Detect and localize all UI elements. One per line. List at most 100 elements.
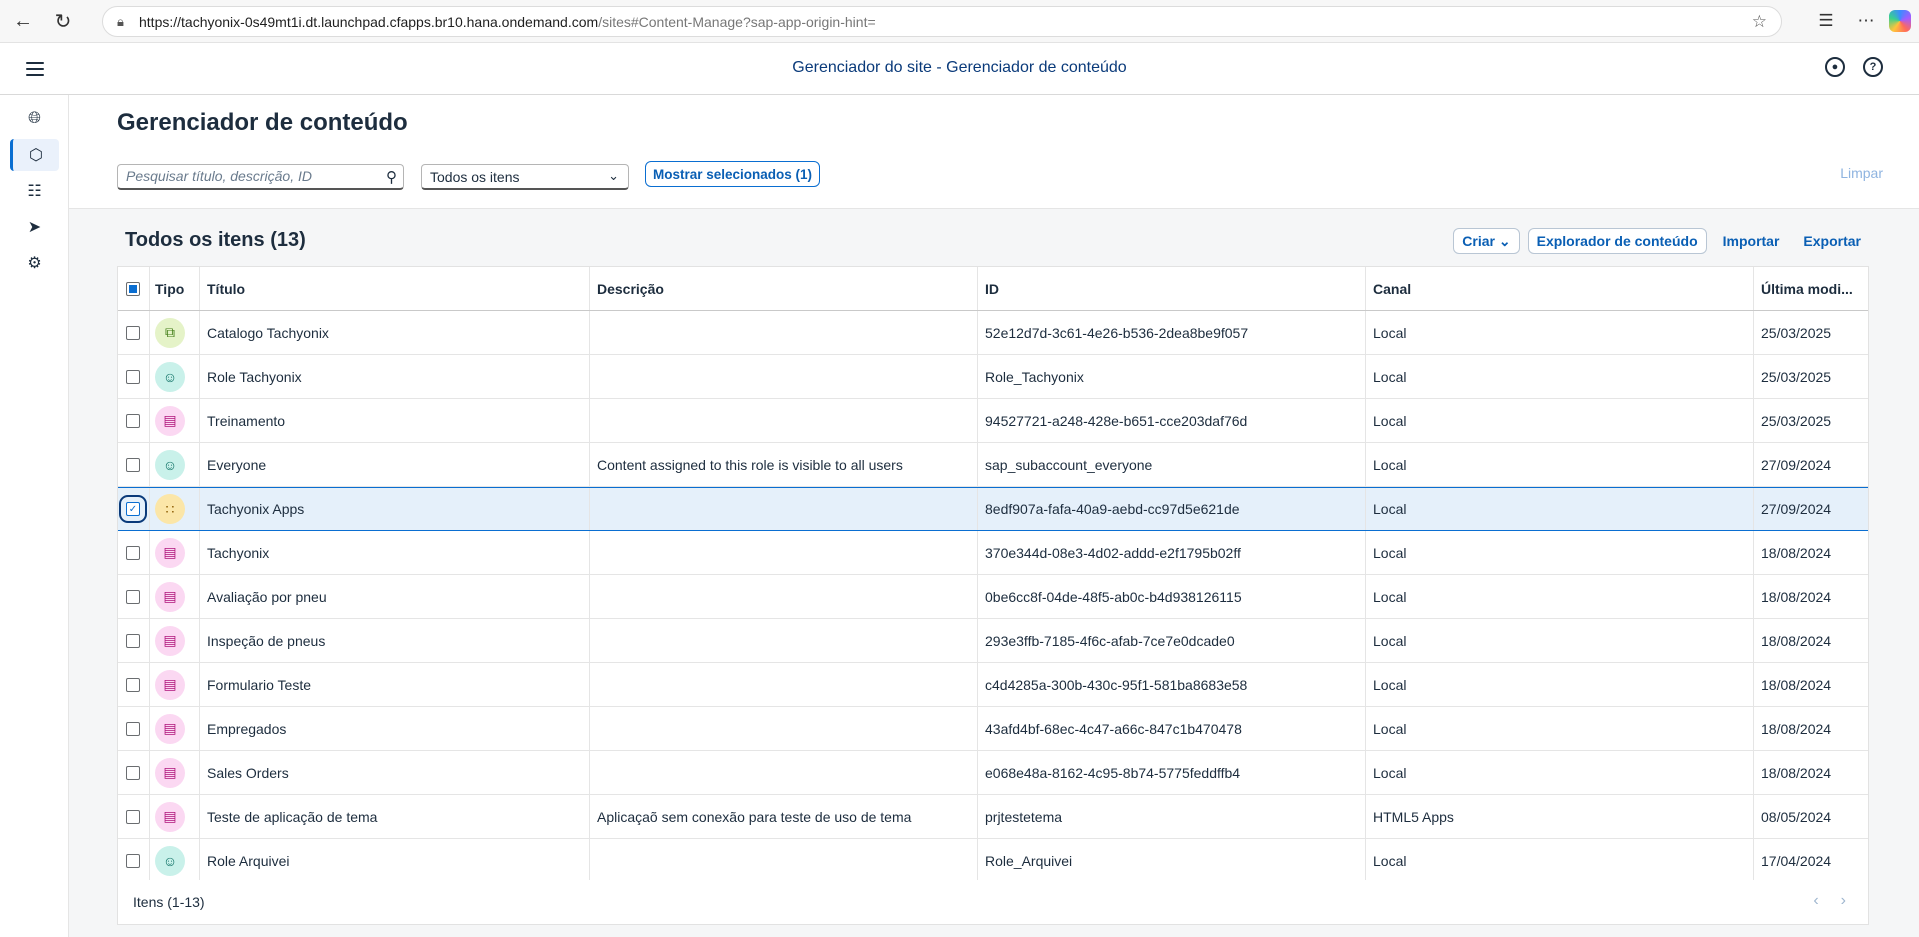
row-checkbox[interactable] [126, 853, 140, 868]
favorite-star-icon[interactable]: ☆ [1752, 12, 1767, 32]
side-navigation: 🌐︎ ⬡ ☷ ➤ ⚙ [0, 95, 69, 937]
row-select-cell [118, 795, 149, 838]
id-cell: Role_Arquivei [985, 852, 1073, 869]
row-select-cell: ✓ [118, 488, 149, 530]
description-cell [589, 751, 977, 794]
column-header-title[interactable]: Título [199, 267, 589, 310]
paper-plane-icon[interactable]: ➤ [10, 211, 59, 243]
table-row[interactable]: ▤ Sales Orders e068e48a-8162-4c95-8b74-577… [118, 751, 1868, 795]
column-header-modified[interactable]: Última modi... [1753, 267, 1870, 310]
id-cell: 0be6cc8f-04de-48f5-ab0c-b4d938126115 [985, 588, 1242, 605]
row-checkbox[interactable] [126, 413, 140, 428]
sites-globe-icon[interactable]: 🌐︎ [10, 103, 59, 135]
row-checkbox[interactable] [126, 677, 140, 692]
app-icon: ▤ [155, 581, 185, 612]
catalog-icon: ⧉ [155, 317, 185, 348]
app-icon: ▤ [155, 537, 185, 568]
row-checkbox[interactable] [126, 721, 140, 736]
row-checkbox[interactable] [126, 457, 140, 472]
role-icon: ☺ [155, 361, 185, 392]
row-checkbox[interactable] [126, 809, 140, 824]
type-cell: ▤ [149, 531, 199, 574]
refresh-icon[interactable]: ↻ [46, 4, 80, 38]
search-input[interactable] [126, 165, 376, 187]
row-checkbox[interactable] [126, 325, 140, 340]
table-row[interactable]: ▤ Formulario Teste c4d4285a-300b-430c-95f1… [118, 663, 1868, 707]
back-icon[interactable]: ← [6, 4, 40, 38]
items-count: Itens (1-13) [133, 894, 205, 910]
more-options-icon[interactable]: ⋯ [1849, 4, 1883, 38]
table-row[interactable]: ▤ Treinamento 94527721-a248-428e-b651-cce2… [118, 399, 1868, 443]
row-checkbox[interactable]: ✓ [119, 495, 147, 523]
select-all-checkbox[interactable] [126, 281, 140, 296]
row-checkbox[interactable] [126, 633, 140, 648]
title-cell: Inspeção de pneus [207, 632, 326, 649]
row-select-cell [118, 751, 149, 794]
table-row[interactable]: ▤ Avaliação por pneu 0be6cc8f-04de-48f5-ab… [118, 575, 1868, 619]
role-icon: ☺ [155, 449, 185, 480]
row-select-cell [118, 663, 149, 706]
id-cell: 293e3ffb-7185-4f6c-afab-7ce7e0dcade0 [985, 632, 1235, 649]
description-cell [589, 355, 977, 398]
modified-cell: 27/09/2024 [1761, 456, 1832, 473]
modified-cell: 18/08/2024 [1761, 676, 1832, 693]
table-row[interactable]: ☺ Everyone Content assigned to this role i… [118, 443, 1868, 487]
type-cell: ▤ [149, 575, 199, 618]
title-cell: Teste de aplicação de tema [207, 808, 378, 825]
row-select-cell [118, 443, 149, 486]
title-cell: Tachyonix Apps [207, 501, 305, 517]
row-checkbox[interactable] [126, 369, 140, 384]
description-cell: Aplicaçaõ sem conexão para teste de uso … [597, 808, 912, 825]
content-manager-icon[interactable]: ⬡ [10, 139, 59, 171]
show-selected-button[interactable]: Mostrar selecionados (1) [645, 161, 821, 187]
column-header-channel[interactable]: Canal [1365, 267, 1753, 310]
row-checkbox[interactable] [126, 545, 140, 560]
group-icon: ∷ [155, 494, 185, 524]
favorites-icon[interactable]: ☰ [1809, 4, 1843, 38]
table-row[interactable]: ▤ Empregados 43afd4bf-68ec-4c47-a66c-847c1… [118, 707, 1868, 751]
channel-cell: Local [1373, 412, 1407, 429]
table-row[interactable]: ⧉ Catalogo Tachyonix 52e12d7d-3c61-4e26-b5… [118, 311, 1868, 355]
app-icon: ▤ [155, 625, 185, 656]
table-row[interactable]: ☺ Role Arquivei Role_Arquivei Local 17/04/20… [118, 839, 1868, 883]
description-cell [589, 575, 977, 618]
export-button[interactable]: Exportar [1795, 233, 1869, 249]
channel-cell: Local [1373, 324, 1407, 341]
import-button[interactable]: Importar [1715, 233, 1788, 249]
address-bar[interactable]: 🔒︎ https://tachyonix-0s49mt1i.dt.launchp… [102, 6, 1782, 37]
column-header-description[interactable]: Descrição [589, 267, 977, 310]
search-field[interactable]: ⚲ [117, 164, 404, 190]
table-row[interactable]: ☺ Role Tachyonix Role_Tachyonix Local 25/03/… [118, 355, 1868, 399]
url-host: https://tachyonix-0s49mt1i.dt.launchpad.… [139, 13, 599, 30]
help-icon[interactable]: ? [1863, 57, 1883, 77]
row-checkbox[interactable] [126, 589, 140, 604]
app-icon: ▤ [155, 757, 185, 788]
shell-header: Gerenciador do site - Gerenciador de con… [0, 43, 1919, 95]
type-cell: ▤ [149, 399, 199, 442]
search-icon[interactable]: ⚲ [386, 168, 397, 186]
previous-page-icon[interactable]: ‹ [1813, 892, 1818, 910]
channel-cell: Local [1373, 544, 1407, 561]
table-row[interactable]: ✓ ∷ Tachyonix Apps 8edf907a-fafa-40a9-aebd-… [118, 487, 1868, 531]
copilot-icon[interactable] [1889, 10, 1911, 32]
hierarchy-icon[interactable]: ☷ [10, 175, 59, 207]
content-explorer-button[interactable]: Explorador de conteúdo [1527, 228, 1707, 254]
modified-cell: 18/08/2024 [1761, 588, 1832, 605]
column-header-id[interactable]: ID [977, 267, 1365, 310]
title-cell: Formulario Teste [207, 676, 312, 693]
user-profile-icon[interactable]: ● [1825, 57, 1845, 77]
table-row[interactable]: ▤ Inspeção de pneus 293e3ffb-7185-4f6c-afa… [118, 619, 1868, 663]
column-header-type[interactable]: Tipo [149, 267, 199, 310]
next-page-icon[interactable]: › [1841, 892, 1846, 910]
modified-cell: 18/08/2024 [1761, 720, 1832, 737]
clear-button[interactable]: Limpar [1840, 165, 1883, 181]
settings-gears-icon[interactable]: ⚙ [10, 247, 59, 279]
channel-cell: Local [1373, 501, 1407, 517]
item-filter-select[interactable]: Todos os itens ⌄ [421, 164, 629, 190]
table-row[interactable]: ▤ Teste de aplicação de tema Aplicaçaõ sem… [118, 795, 1868, 839]
type-cell: ☺ [149, 443, 199, 486]
table-row[interactable]: ▤ Tachyonix 370e344d-08e3-4d02-addd-e2f179… [118, 531, 1868, 575]
table-toolbar: Criar ⌄ Explorador de conteúdo Importar … [1453, 228, 1869, 254]
row-checkbox[interactable] [126, 765, 140, 780]
create-button[interactable]: Criar ⌄ [1453, 228, 1520, 254]
